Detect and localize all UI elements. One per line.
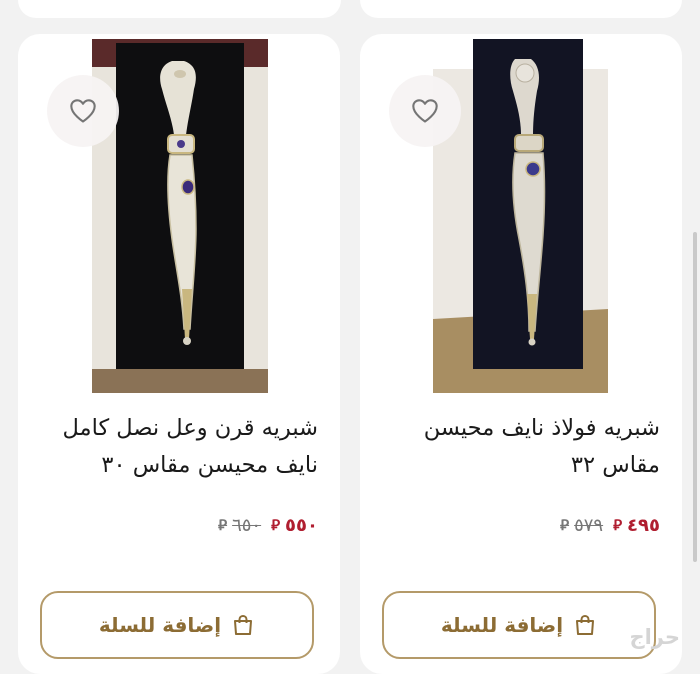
product-image[interactable]	[92, 39, 268, 393]
product-title[interactable]: شبريه فولاذ نايف محيسن مقاس ٣٢	[375, 410, 660, 484]
current-price: ٥٥٠ ⃁	[271, 515, 318, 536]
previous-row-card-left	[18, 0, 341, 18]
riyal-currency-icon: ⃁	[218, 516, 228, 534]
original-price-value: ٥٧٩	[574, 515, 604, 536]
riyal-currency-icon: ⃁	[271, 516, 281, 534]
scrollbar[interactable]	[693, 232, 697, 562]
price-row: ٤٩٥ ⃁ ٥٧٩ ⃁	[560, 515, 660, 536]
shopping-bag-icon	[234, 614, 253, 635]
shopping-bag-icon	[576, 614, 595, 635]
favorite-button[interactable]	[389, 75, 461, 147]
original-price: ٦٥٠ ⃁	[218, 515, 261, 536]
product-card[interactable]: شبريه فولاذ نايف محيسن مقاس ٣٢ ٤٩٥ ⃁ ٥٧٩…	[360, 34, 682, 674]
product-image[interactable]	[433, 39, 608, 393]
original-price-value: ٦٥٠	[232, 515, 262, 536]
price-row: ٥٥٠ ⃁ ٦٥٠ ⃁	[218, 515, 318, 536]
add-to-cart-label: إضافة للسلة	[440, 613, 564, 637]
watermark: حراج	[629, 625, 680, 649]
product-title[interactable]: شبريه قرن وعل نصل كامل نايف محيسن مقاس ٣…	[33, 410, 319, 484]
favorite-button[interactable]	[47, 75, 119, 147]
current-price-value: ٤٩٥	[627, 515, 660, 536]
previous-row-card-right	[360, 0, 682, 18]
add-to-cart-label: إضافة للسلة	[98, 613, 222, 637]
add-to-cart-button[interactable]: إضافة للسلة	[40, 591, 314, 659]
riyal-currency-icon: ⃁	[560, 516, 570, 534]
product-card[interactable]: شبريه قرن وعل نصل كامل نايف محيسن مقاس ٣…	[18, 34, 340, 674]
current-price-value: ٥٥٠	[285, 515, 318, 536]
heart-icon	[70, 99, 96, 123]
add-to-cart-button[interactable]: إضافة للسلة	[382, 591, 656, 659]
original-price: ٥٧٩ ⃁	[560, 515, 603, 536]
current-price: ٤٩٥ ⃁	[613, 515, 660, 536]
riyal-currency-icon: ⃁	[613, 516, 623, 534]
heart-icon	[412, 99, 438, 123]
